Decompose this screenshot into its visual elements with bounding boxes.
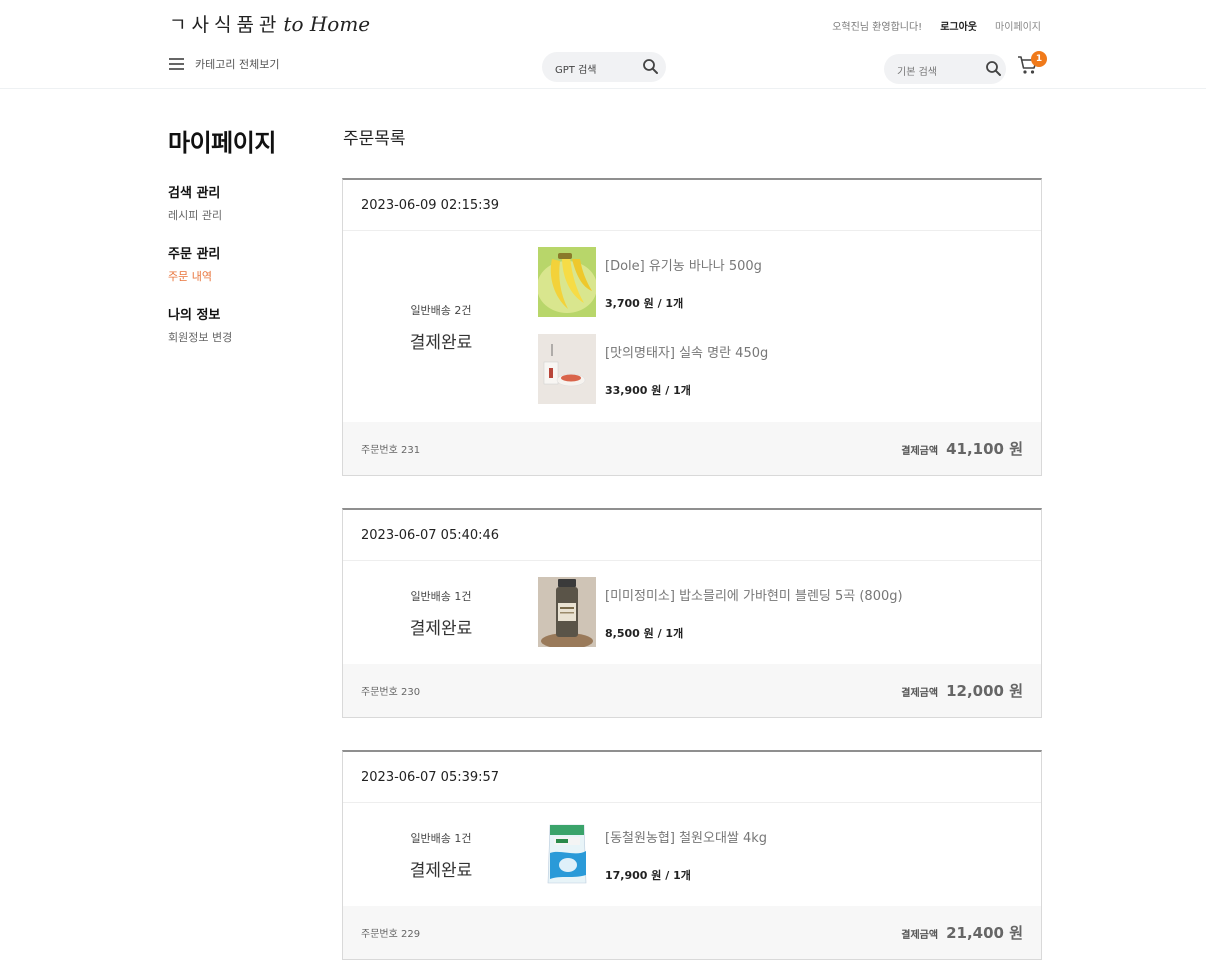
payment-status: 결제완료 — [409, 333, 473, 353]
item-price: 33,900 원 / 1개 — [605, 384, 691, 397]
order-datetime: 2023-06-07 05:40:46 — [343, 510, 1041, 561]
sidebar-heading: 나의 정보 — [168, 308, 221, 323]
item-name[interactable]: [Dole] 유기농 바나나 500g — [605, 255, 762, 274]
page-title: 주문목록 — [343, 129, 406, 149]
order-total: 결제금액 21,400 원 — [901, 922, 1023, 943]
order-total: 결제금액 12,000 원 — [901, 680, 1023, 701]
sidebar-group-order: 주문 관리 주문 내역 — [168, 243, 220, 284]
total-label: 결제금액 — [901, 446, 939, 457]
total-amount: 41,100 원 — [946, 440, 1023, 458]
order-card: 2023-06-07 05:40:46 일반배송 1건 결제완료 [미미정미소]… — [342, 508, 1042, 718]
site-header: ㄱ사식품관 to Home 오혁진님 환영합니다! 로그아웃 마이페이지 카테고… — [0, 0, 1206, 89]
banana-image[interactable] — [538, 247, 596, 317]
sidebar-heading: 주문 관리 — [168, 247, 221, 262]
shipping-count: 일반배송 1건 — [410, 590, 472, 603]
payment-status: 결제완료 — [409, 619, 473, 639]
sidebar-item-order-history[interactable]: 주문 내역 — [168, 268, 220, 284]
total-label: 결제금액 — [901, 688, 939, 699]
item-name[interactable]: [미미정미소] 밥소믈리에 가바현미 블렌딩 5곡 (800g) — [605, 585, 903, 604]
logo-korean-text: ㄱ사식품관 — [169, 14, 282, 36]
grain-jar-image[interactable] — [538, 577, 596, 647]
user-utility-menu: 오혁진님 환영합니다! 로그아웃 마이페이지 — [832, 18, 1041, 33]
basic-search-placeholder: 기본 검색 — [897, 67, 937, 78]
category-menu-label: 카테고리 전체보기 — [195, 58, 280, 71]
logout-link[interactable]: 로그아웃 — [940, 18, 977, 33]
sidebar-group-profile: 나의 정보 회원정보 변경 — [168, 304, 232, 345]
order-status: 일반배송 2건 결제완료 — [343, 302, 539, 353]
order-datetime: 2023-06-07 05:39:57 — [343, 752, 1041, 803]
logo-script-text: to Home — [283, 12, 371, 36]
order-status: 일반배송 1건 결제완료 — [343, 588, 539, 639]
cart-count-badge: 1 — [1031, 51, 1047, 67]
item-price: 3,700 원 / 1개 — [605, 297, 684, 310]
order-card: 2023-06-09 02:15:39 일반배송 2건 결제완료 [Dole] … — [342, 178, 1042, 476]
order-total: 결제금액 41,100 원 — [901, 438, 1023, 459]
total-amount: 21,400 원 — [946, 924, 1023, 942]
rice-bag-image[interactable] — [538, 819, 596, 889]
hamburger-icon — [169, 58, 184, 70]
order-footer: 주문번호 231 결제금액 41,100 원 — [343, 422, 1041, 475]
order-number: 주문번호 229 — [361, 929, 421, 940]
sidebar-item-edit-profile[interactable]: 회원정보 변경 — [168, 329, 232, 345]
gpt-search-placeholder: GPT 검색 — [555, 65, 597, 76]
mypage-link[interactable]: 마이페이지 — [995, 18, 1041, 33]
search-icon[interactable] — [642, 58, 659, 75]
order-card: 2023-06-07 05:39:57 일반배송 1건 결제완료 [동철원농협]… — [342, 750, 1042, 960]
total-amount: 12,000 원 — [946, 682, 1023, 700]
shipping-count: 일반배송 1건 — [410, 832, 472, 845]
sidebar-group-search: 검색 관리 레시피 관리 — [168, 182, 222, 223]
item-price: 8,500 원 / 1개 — [605, 627, 684, 640]
order-body: 일반배송 2건 결제완료 [Dole] 유기농 바나나 500g 3,700 원… — [343, 231, 1041, 423]
category-menu-button[interactable]: 카테고리 전체보기 — [169, 56, 279, 72]
order-number: 주문번호 231 — [361, 445, 421, 456]
item-price: 17,900 원 / 1개 — [605, 869, 691, 882]
payment-status: 결제완료 — [409, 861, 473, 881]
order-status: 일반배송 1건 결제완료 — [343, 830, 539, 881]
shipping-count: 일반배송 2건 — [410, 304, 472, 317]
order-footer: 주문번호 230 결제금액 12,000 원 — [343, 664, 1041, 717]
sidebar-title: 마이페이지 — [168, 129, 276, 157]
total-label: 결제금액 — [901, 930, 939, 941]
site-logo[interactable]: ㄱ사식품관 to Home — [169, 10, 370, 37]
order-body: 일반배송 1건 결제완료 [동철원농협] 철원오대쌀 4kg 17,900 원 … — [343, 803, 1041, 907]
order-footer: 주문번호 229 결제금액 21,400 원 — [343, 906, 1041, 959]
search-icon[interactable] — [985, 60, 1002, 77]
sidebar-heading: 검색 관리 — [168, 186, 221, 201]
item-name[interactable]: [맛의명태자] 실속 명란 450g — [605, 342, 768, 361]
order-number: 주문번호 230 — [361, 687, 421, 698]
welcome-message: 오혁진님 환영합니다! — [832, 22, 923, 33]
order-datetime: 2023-06-09 02:15:39 — [343, 180, 1041, 231]
order-body: 일반배송 1건 결제완료 [미미정미소] 밥소믈리에 가바현미 블렌딩 5곡 (… — [343, 561, 1041, 665]
pollock-roe-image[interactable] — [538, 334, 596, 404]
gpt-search-input[interactable]: GPT 검색 — [542, 52, 666, 82]
item-name[interactable]: [동철원농협] 철원오대쌀 4kg — [605, 827, 767, 846]
sidebar-item-recipe[interactable]: 레시피 관리 — [168, 207, 222, 223]
basic-search-input[interactable]: 기본 검색 — [884, 54, 1006, 84]
